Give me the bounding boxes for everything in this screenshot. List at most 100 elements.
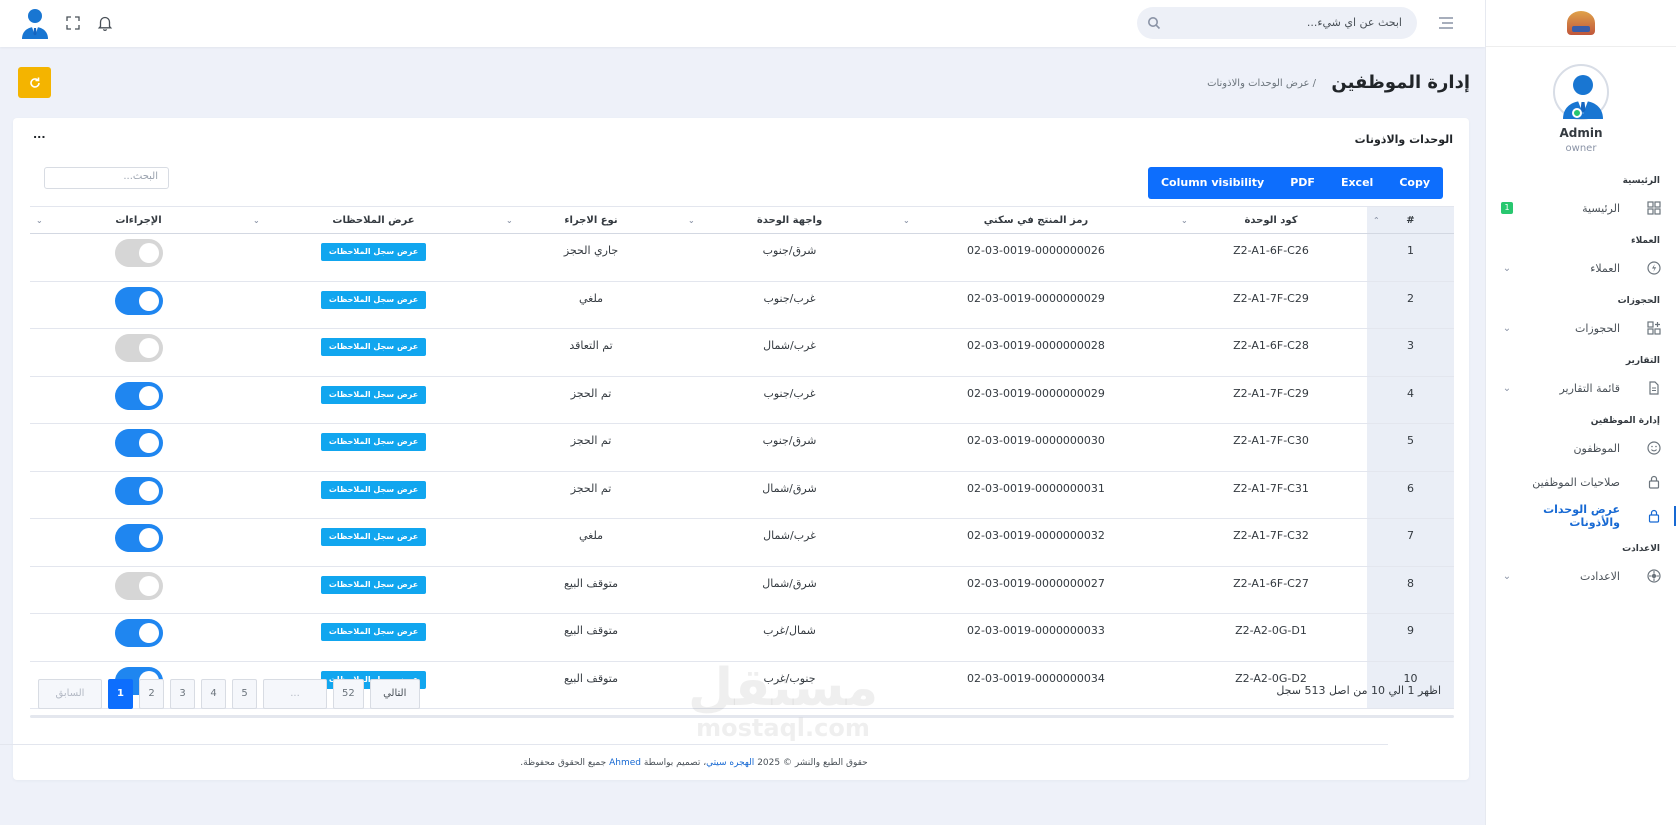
column-header-unit-code[interactable]: كود الوحدة ⌄: [1175, 207, 1367, 233]
page-button-3[interactable]: 3: [170, 679, 195, 709]
view-notes-button[interactable]: عرض سجل الملاحظات: [320, 385, 427, 404]
cell-action-type: تم الحجز: [570, 386, 612, 400]
status-toggle[interactable]: [114, 619, 163, 647]
search-input[interactable]: ابحث عن اي شيء...: [1307, 16, 1402, 29]
smile-icon: [1646, 440, 1662, 456]
status-toggle[interactable]: [114, 239, 163, 267]
cell-notes: عرض سجل الملاحظات: [247, 282, 500, 329]
page-button-5[interactable]: 5: [232, 679, 257, 709]
cell-unit-code: Z2-A1-6F-C27: [1233, 576, 1309, 590]
cell-sku: 02-03-0019-0000000028: [967, 339, 1105, 352]
user-avatar[interactable]: [20, 7, 50, 39]
profile-avatar[interactable]: [1553, 64, 1609, 120]
view-notes-button[interactable]: عرض سجل الملاحظات: [320, 338, 427, 356]
page-button-last[interactable]: 52: [333, 679, 364, 709]
view-notes-button[interactable]: عرض سجل الملاحظات: [320, 480, 427, 499]
status-toggle[interactable]: [114, 334, 163, 362]
column-header-facade[interactable]: واجهة الوحدة ⌄: [682, 207, 897, 233]
view-notes-button[interactable]: عرض سجل الملاحظات: [320, 433, 427, 451]
view-notes-button[interactable]: عرض سجل الملاحظات: [320, 290, 427, 309]
view-notes-button[interactable]: عرض سجل الملاحظات: [320, 243, 427, 261]
status-toggle[interactable]: [114, 286, 163, 315]
cell-notes: عرض سجل الملاحظات: [247, 329, 500, 376]
column-header-num[interactable]: # ⌃: [1367, 207, 1454, 233]
sidebar-item-label: صلاحيات الموظفين: [1532, 475, 1620, 489]
column-header-action-type[interactable]: نوع الاجراء ⌄: [500, 207, 682, 233]
page-button-2[interactable]: 2: [139, 679, 164, 709]
global-search[interactable]: ابحث عن اي شيء...: [1137, 7, 1417, 39]
status-toggle[interactable]: [114, 571, 163, 600]
sidebar-item-settings[interactable]: الاعدادت ⌄: [1486, 559, 1676, 593]
sort-icon: ⌄: [688, 216, 695, 225]
cell-facade: شرق/جنوب: [762, 244, 817, 257]
fullscreen-icon[interactable]: [64, 14, 82, 32]
sidebar-item-label: العملاء: [1590, 261, 1620, 275]
sort-icon: ⌄: [1181, 216, 1188, 225]
table-body: 1 Z2-A1-6F-C26 02-03-0019-0000000026 شرق/جن…: [30, 234, 1454, 709]
column-header-sku[interactable]: رمز المنتج في سكني ⌄: [897, 207, 1175, 233]
cell-notes: عرض سجل الملاحظات: [247, 472, 500, 519]
copy-button[interactable]: Copy: [1386, 167, 1443, 199]
next-page-button[interactable]: التالي: [369, 679, 420, 709]
status-toggle[interactable]: [114, 429, 163, 457]
status-toggle[interactable]: [114, 381, 163, 410]
menu-icon[interactable]: [1437, 14, 1455, 32]
sidebar-item-units[interactable]: عرض الوحدات والأذونات: [1486, 499, 1676, 533]
page-button-1[interactable]: 1: [108, 679, 133, 709]
refresh-button[interactable]: [18, 67, 51, 98]
cell-unit-code: Z2-A1-7F-C32: [1233, 529, 1309, 542]
online-status-dot: [1572, 108, 1582, 118]
sidebar-item-employees[interactable]: الموظفون: [1486, 431, 1676, 465]
bell-icon[interactable]: [96, 14, 114, 32]
cell-unit-code: Z2-A1-7F-C29: [1233, 386, 1309, 400]
bolt-icon: [1646, 260, 1662, 276]
column-visibility-button[interactable]: Column visibility: [1148, 167, 1277, 199]
table-row: 5 Z2-A1-7F-C30 02-03-0019-0000000030 شرق/جن…: [30, 424, 1454, 472]
view-notes-button[interactable]: عرض سجل الملاحظات: [320, 623, 427, 641]
sidebar-item-home[interactable]: الرئيسية 1: [1486, 191, 1676, 225]
excel-button[interactable]: Excel: [1328, 167, 1386, 199]
sidebar-item-label: الاعدادت: [1580, 569, 1620, 583]
prev-page-button[interactable]: السابق: [38, 679, 102, 709]
cell-action-type: تم التعاقد: [569, 339, 613, 352]
table-header: # ⌃ كود الوحدة ⌄ رمز المنتج في سكني ⌄ واجهة…: [30, 206, 1454, 234]
page-button-4[interactable]: 4: [201, 679, 226, 709]
table-search-input[interactable]: البحث...: [44, 167, 169, 189]
sidebar-item-bookings[interactable]: الحجوزات ⌄: [1486, 311, 1676, 345]
view-notes-button[interactable]: عرض سجل الملاحظات: [320, 575, 427, 594]
view-notes-button[interactable]: عرض سجل الملاحظات: [320, 528, 427, 546]
status-toggle[interactable]: [114, 524, 163, 552]
sidebar-item-label: قائمة التقارير: [1559, 381, 1620, 395]
sidebar: Admin owner الرئيسية الرئيسية 1 العملاء …: [1485, 0, 1676, 825]
footer-author-link[interactable]: Ahmed: [609, 758, 641, 768]
cell-sku: 02-03-0019-0000000026: [967, 244, 1105, 257]
refresh-icon: [29, 77, 40, 88]
watermark-arabic: مستقل: [688, 658, 879, 718]
brand-logo-icon: [1567, 11, 1595, 35]
sidebar-item-reports[interactable]: قائمة التقارير ⌄: [1486, 371, 1676, 405]
nav-section-reports: التقارير: [1625, 356, 1660, 366]
cell-facade: غرب/شمال: [763, 529, 816, 542]
pagination: التالي 52 ... 5 4 3 2 1 السابق: [38, 679, 420, 709]
cell-num: 1: [1367, 234, 1454, 281]
cell-actions: [30, 472, 247, 519]
logo[interactable]: [1486, 0, 1676, 47]
footer-brand-link[interactable]: الهجره سيتي: [706, 758, 754, 768]
cell-action-type: متوقف البيع: [564, 624, 618, 637]
column-header-actions[interactable]: الإجراءات ⌄: [30, 207, 247, 233]
sidebar-item-clients[interactable]: العملاء ⌄: [1486, 251, 1676, 285]
top-bar: ابحث عن اي شيء...: [0, 0, 1485, 47]
status-toggle[interactable]: [114, 476, 163, 505]
card-menu-button[interactable]: ...: [33, 128, 46, 141]
footer-designed-by: ، تصميم بواسطة: [643, 758, 707, 768]
breadcrumb[interactable]: / عرض الوحدات والاذونات: [1207, 78, 1316, 89]
cell-notes: عرض سجل الملاحظات: [247, 377, 500, 424]
user-name: Admin: [1559, 126, 1603, 140]
column-header-notes[interactable]: عرض الملاحظات ⌄: [247, 207, 500, 233]
table-row: 6 Z2-A1-7F-C31 02-03-0019-0000000031 شرق/شم…: [30, 471, 1454, 519]
sidebar-item-permissions[interactable]: صلاحيات الموظفين: [1486, 465, 1676, 499]
cell-actions: [30, 519, 247, 566]
footer-rights: جميع الحقوق محفوظة.: [520, 758, 607, 768]
pdf-button[interactable]: PDF: [1277, 167, 1328, 199]
cell-unit-code: Z2-A2-0G-D1: [1235, 624, 1307, 637]
